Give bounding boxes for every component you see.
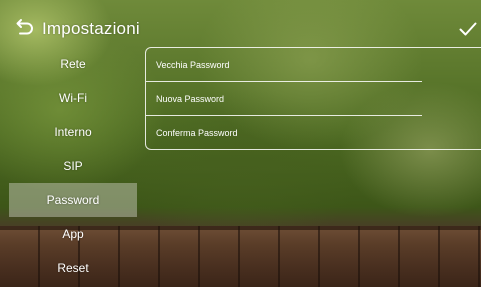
- sidebar-item-app[interactable]: App: [9, 217, 137, 251]
- sidebar-item-reset[interactable]: Reset: [9, 251, 137, 285]
- header-bar: Impostazioni: [0, 0, 481, 44]
- new-password-placeholder: Nuova Password: [156, 94, 225, 104]
- old-password-field[interactable]: Vecchia Password: [146, 48, 421, 82]
- sidebar-item-label: Rete: [60, 57, 86, 71]
- sidebar-item-rete[interactable]: Rete: [9, 47, 137, 81]
- sidebar-item-wifi[interactable]: Wi-Fi: [9, 81, 137, 115]
- settings-screen: Impostazioni Rete Wi-Fi Interno SIP Pass…: [0, 0, 481, 287]
- password-form: Vecchia Password Nuova Password Conferma…: [145, 47, 481, 150]
- sidebar-item-label: Wi-Fi: [59, 91, 87, 105]
- page-title: Impostazioni: [42, 19, 140, 38]
- back-arrow-icon: [16, 19, 33, 35]
- sidebar-item-sip[interactable]: SIP: [9, 149, 137, 183]
- sidebar-item-label: Interno: [54, 125, 92, 139]
- back-button[interactable]: [12, 14, 38, 40]
- confirm-password-field[interactable]: Conferma Password: [146, 116, 421, 150]
- sidebar-item-interno[interactable]: Interno: [9, 115, 137, 149]
- old-password-placeholder: Vecchia Password: [156, 60, 230, 70]
- sidebar-item-label: Password: [46, 193, 100, 207]
- confirm-password-placeholder: Conferma Password: [156, 128, 238, 138]
- settings-sidebar: Rete Wi-Fi Interno SIP Password App Rese…: [9, 47, 137, 285]
- confirm-button[interactable]: [456, 17, 480, 41]
- sidebar-item-label: SIP: [63, 159, 83, 173]
- sidebar-item-password[interactable]: Password: [9, 183, 137, 217]
- sidebar-item-label: App: [62, 227, 84, 241]
- check-icon: [459, 22, 477, 36]
- sidebar-item-label: Reset: [57, 261, 89, 275]
- new-password-field[interactable]: Nuova Password: [146, 82, 421, 116]
